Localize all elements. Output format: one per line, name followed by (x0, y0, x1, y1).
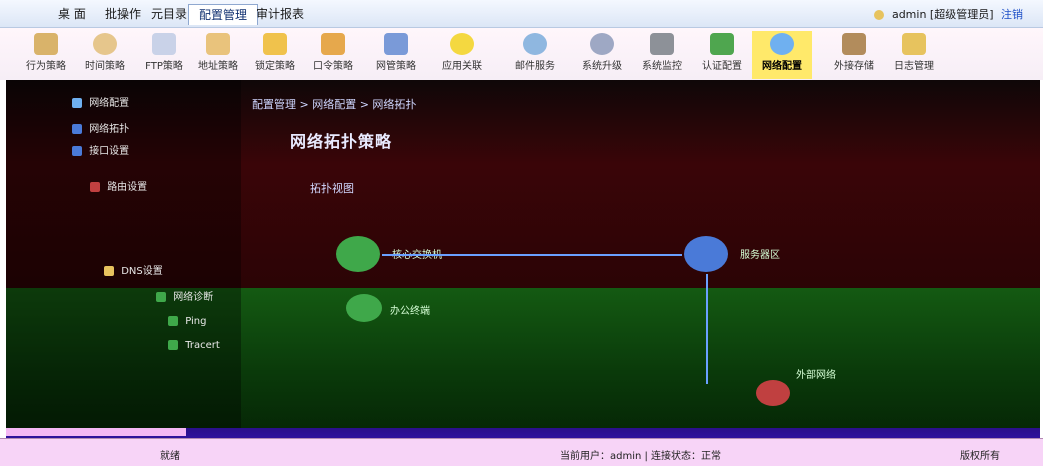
mail-icon (523, 33, 547, 55)
app-window: 桌 面 批操作 元目录 配置管理 审计报表 admin [超级管理员] 注销 行… (0, 0, 1043, 466)
status-right: 版权所有 (960, 451, 1000, 462)
route-icon (90, 182, 100, 192)
storage-icon (842, 33, 866, 55)
upgrade-icon (590, 33, 614, 55)
topology-icon (72, 124, 82, 134)
ribbon-password-policy[interactable]: 口令策略 (303, 31, 363, 79)
menu-audit-report[interactable]: 审计报表 (246, 4, 314, 24)
status-center: 当前用户：admin | 连接状态：正常 (560, 451, 722, 462)
clock-icon (93, 33, 117, 55)
ribbon-behavior-policy[interactable]: 行为策略 (16, 31, 76, 79)
ribbon-lock-policy[interactable]: 锁定策略 (245, 31, 305, 79)
key-icon (321, 33, 345, 55)
network-policy-icon (384, 33, 408, 55)
address-book-icon (206, 33, 230, 55)
ribbon-log-management[interactable]: 日志管理 (884, 31, 944, 79)
ribbon-external-storage[interactable]: 外接存储 (824, 31, 884, 79)
status-left: 就绪 (160, 451, 180, 462)
ribbon-system-upgrade[interactable]: 系统升级 (572, 31, 632, 79)
menu-desktop[interactable]: 桌 面 (48, 4, 96, 24)
topology-link (382, 254, 682, 256)
node-office-terminal-label: 办公终端 (390, 306, 430, 317)
tree-item-ping[interactable]: Ping (168, 316, 206, 327)
ribbon-network-policy[interactable]: 网管策略 (366, 31, 426, 79)
tree-item-dns[interactable]: DNS设置 (104, 262, 163, 277)
diagnosis-icon (156, 292, 166, 302)
tree-item-interface[interactable]: 接口设置 (72, 142, 129, 157)
node-core-switch[interactable] (336, 236, 380, 272)
ribbon-ftp-policy[interactable]: FTP策略 (134, 31, 194, 79)
dns-icon (104, 266, 114, 276)
tracert-icon (168, 340, 178, 350)
ribbon-auth-config[interactable]: 认证配置 (692, 31, 752, 79)
view-label: 拓扑视图 (310, 182, 354, 195)
ping-icon (168, 316, 178, 326)
tree-item-tracert[interactable]: Tracert (168, 340, 220, 351)
breadcrumb: 配置管理 > 网络配置 > 网络拓扑 (252, 98, 417, 111)
main-content: 网络配置 网络拓扑 接口设置 路由设置 DNS设置 网络诊断 Ping Trac… (0, 80, 1043, 466)
tree-item-topology[interactable]: 网络拓扑 (72, 120, 129, 135)
tree-item-network-config[interactable]: 网络配置 (72, 94, 129, 109)
status-bar: 就绪 当前用户：admin | 连接状态：正常 版权所有 (0, 438, 1043, 466)
monitor-icon (650, 33, 674, 55)
ftp-icon (152, 33, 176, 55)
ribbon-toolbar: 行为策略 时间策略 FTP策略 地址策略 锁定策略 口令策略 网管策略 应用关联… (0, 28, 1043, 81)
folder-icon (72, 98, 82, 108)
node-server-zone[interactable] (684, 236, 728, 272)
application-icon (450, 33, 474, 55)
log-icon (902, 33, 926, 55)
current-user: admin [超级管理员] (891, 8, 994, 21)
network-config-icon (770, 33, 794, 55)
logout-link[interactable]: 注销 (1001, 8, 1023, 21)
page-title: 网络拓扑策略 (290, 132, 393, 151)
tree-item-diagnosis[interactable]: 网络诊断 (156, 288, 213, 303)
node-external-network[interactable] (756, 380, 790, 406)
tree-item-route[interactable]: 路由设置 (90, 178, 147, 193)
ribbon-network-config[interactable]: 网络配置 (752, 31, 812, 79)
lock-icon (263, 33, 287, 55)
footer-highlight (6, 428, 186, 436)
node-office-terminal[interactable] (346, 294, 382, 322)
user-icon (874, 10, 885, 20)
behavior-policy-icon (34, 33, 58, 55)
node-server-zone-label: 服务器区 (740, 250, 780, 261)
user-info: admin [超级管理员] 注销 (874, 6, 1023, 22)
ribbon-system-monitor[interactable]: 系统监控 (632, 31, 692, 79)
ribbon-address-policy[interactable]: 地址策略 (188, 31, 248, 79)
topology-link (706, 274, 708, 384)
abc-check-icon (710, 33, 734, 55)
sidebar-tree: 网络配置 网络拓扑 接口设置 路由设置 DNS设置 网络诊断 Ping Trac… (6, 80, 241, 428)
top-menubar: 桌 面 批操作 元目录 配置管理 审计报表 admin [超级管理员] 注销 (0, 0, 1043, 28)
ribbon-application[interactable]: 应用关联 (432, 31, 492, 79)
interface-icon (72, 146, 82, 156)
ribbon-time-policy[interactable]: 时间策略 (75, 31, 135, 79)
node-external-network-label: 外部网络 (796, 370, 836, 381)
ribbon-mail-service[interactable]: 邮件服务 (505, 31, 565, 79)
